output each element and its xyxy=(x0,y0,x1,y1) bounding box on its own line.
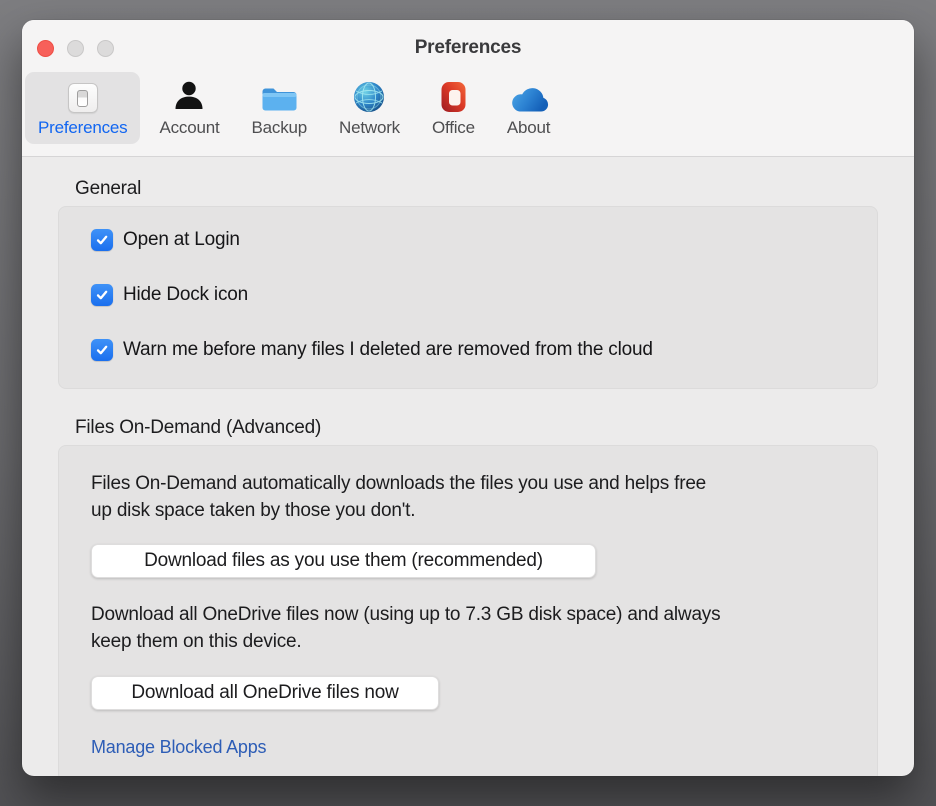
open-at-login-checkbox[interactable] xyxy=(91,229,113,251)
download-all-description: Download all OneDrive files now (using u… xyxy=(91,604,721,652)
tab-office[interactable]: Office xyxy=(419,72,488,144)
globe-icon xyxy=(353,79,385,113)
tab-about[interactable]: About xyxy=(494,72,563,144)
tab-preferences[interactable]: Preferences xyxy=(25,72,141,144)
open-at-login-row: Open at Login xyxy=(91,229,845,251)
warn-before-delete-checkbox[interactable] xyxy=(91,339,113,361)
tab-account[interactable]: Account xyxy=(146,72,232,144)
tab-network[interactable]: Network xyxy=(326,72,413,144)
tab-preferences-label: Preferences xyxy=(38,118,128,137)
tab-account-label: Account xyxy=(159,118,220,137)
hide-dock-icon-row: Hide Dock icon xyxy=(91,284,845,306)
download-as-used-button[interactable]: Download files as you use them (recommen… xyxy=(91,544,596,578)
preferences-window: Preferences Preferences Account Backup N… xyxy=(22,20,914,776)
toolbar: Preferences Account Backup Network Offic… xyxy=(22,68,914,156)
tab-office-label: Office xyxy=(431,118,475,137)
preferences-pane: General Open at Login Hide Dock icon War… xyxy=(22,157,914,776)
tab-network-label: Network xyxy=(339,118,400,137)
hide-dock-icon-checkbox[interactable] xyxy=(91,284,113,306)
tab-backup[interactable]: Backup xyxy=(239,72,321,144)
open-at-login-label: Open at Login xyxy=(123,229,240,250)
files-on-demand-heading: Files On-Demand (Advanced) xyxy=(75,417,322,438)
manage-blocked-apps-link[interactable]: Manage Blocked Apps xyxy=(91,737,267,757)
warn-before-delete-label: Warn me before many files I deleted are … xyxy=(123,339,653,360)
files-on-demand-description: Files On-Demand automatically downloads … xyxy=(91,473,707,521)
tab-about-label: About xyxy=(506,118,551,137)
titlebar: Preferences xyxy=(22,20,914,68)
folder-icon xyxy=(261,79,297,113)
general-group-box: Open at Login Hide Dock icon Warn me bef… xyxy=(58,206,878,389)
switch-icon xyxy=(67,79,98,113)
hide-dock-icon-label: Hide Dock icon xyxy=(123,284,248,305)
onedrive-cloud-icon xyxy=(509,79,549,113)
warn-before-delete-row: Warn me before many files I deleted are … xyxy=(91,339,845,361)
person-icon xyxy=(172,79,206,113)
files-on-demand-group-box: Files On-Demand automatically downloads … xyxy=(58,445,878,776)
window-title: Preferences xyxy=(414,37,522,58)
tab-backup-label: Backup xyxy=(251,118,308,137)
general-heading: General xyxy=(75,178,142,199)
window-top: Preferences Preferences Account Backup N… xyxy=(22,20,914,157)
download-all-button[interactable]: Download all OneDrive files now xyxy=(91,676,439,710)
office-logo-icon xyxy=(439,79,468,113)
